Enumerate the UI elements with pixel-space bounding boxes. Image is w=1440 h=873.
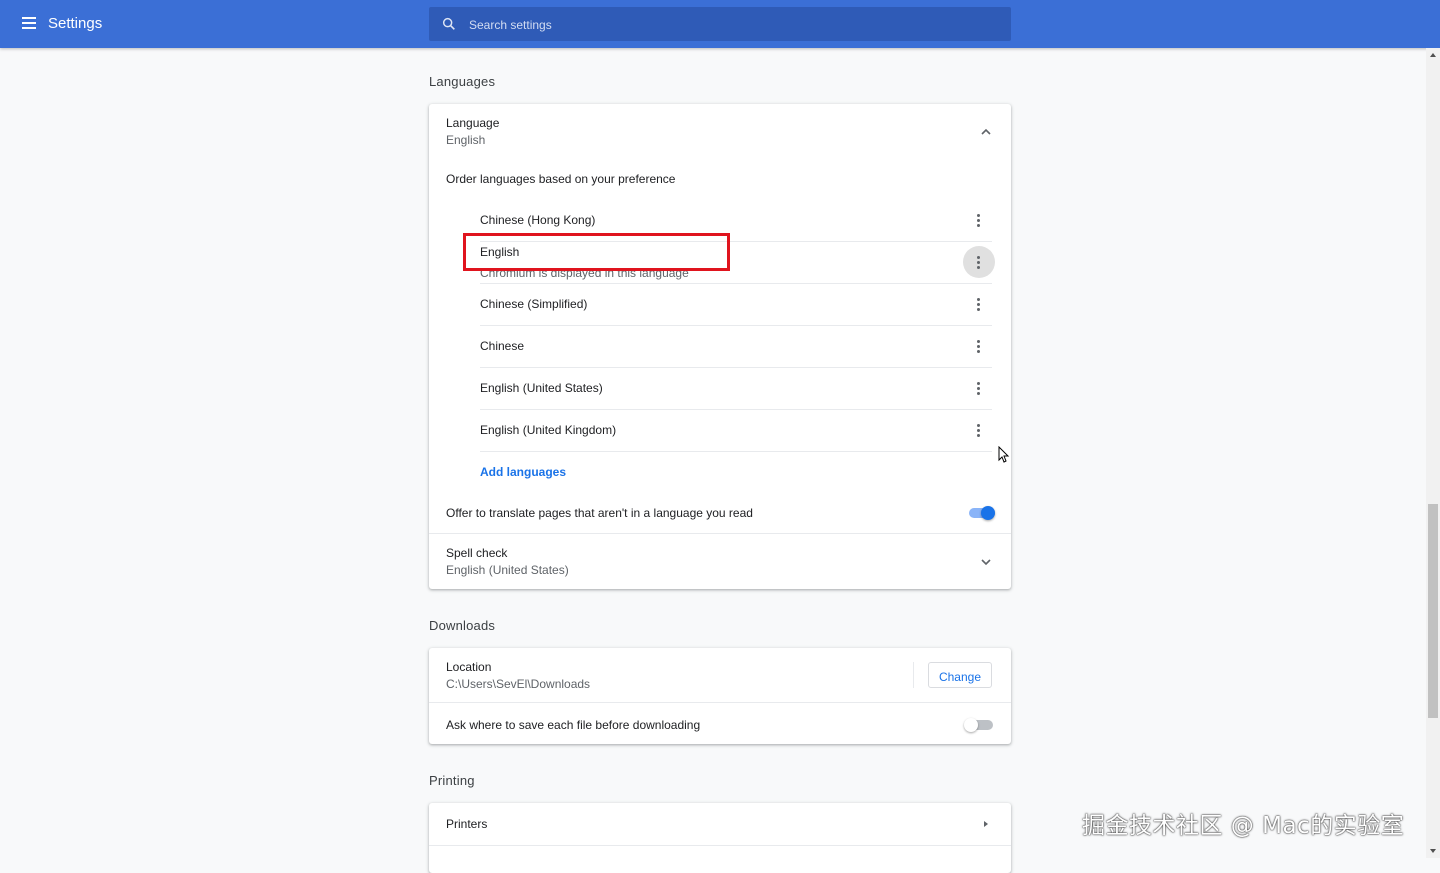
more-actions-icon[interactable] [977, 256, 981, 270]
separator [913, 662, 914, 688]
divider [429, 845, 1011, 846]
language-name: Chinese (Simplified) [480, 297, 588, 311]
ask-save-label: Ask where to save each file before downl… [446, 718, 701, 732]
more-actions-icon[interactable] [977, 298, 981, 312]
toggle-knob [981, 506, 995, 520]
arrow-right-icon [984, 821, 988, 827]
mouse-cursor-icon [998, 446, 1010, 463]
translate-label: Offer to translate pages that aren't in … [446, 506, 753, 520]
language-name: Chinese [480, 339, 525, 353]
app-title: Settings [48, 15, 103, 32]
more-actions-icon[interactable] [977, 382, 981, 396]
highlight-box [463, 233, 730, 271]
chevron-up-icon[interactable] [979, 125, 993, 139]
search-icon [442, 17, 455, 30]
spell-check-label: Spell check [446, 546, 508, 560]
add-languages-link[interactable]: Add languages [480, 465, 566, 479]
divider [480, 283, 992, 284]
divider [429, 702, 1011, 703]
watermark: 掘金技术社区 @ Mac的实验室 [1082, 813, 1405, 839]
downloads-card: Location C:\Users\SevEl\Downloads Change… [429, 648, 1011, 744]
change-location-button[interactable]: Change [928, 662, 992, 688]
scroll-up-arrow-icon[interactable] [1429, 52, 1437, 58]
scrollbar[interactable] [1426, 48, 1440, 858]
scrollbar-thumb[interactable] [1428, 504, 1438, 718]
languages-section-title: Languages [429, 74, 496, 89]
divider [480, 451, 992, 452]
search-box[interactable] [429, 7, 1011, 43]
divider [429, 533, 1011, 534]
printing-section-title: Printing [429, 773, 475, 788]
divider [480, 409, 992, 410]
language-name: English (United Kingdom) [480, 423, 617, 437]
language-label: Language [446, 116, 500, 130]
printers-label: Printers [446, 817, 488, 831]
location-value: C:\Users\SevEl\Downloads [446, 677, 591, 691]
toggle-knob [964, 718, 978, 732]
downloads-section-title: Downloads [429, 618, 496, 633]
chevron-down-icon[interactable] [979, 555, 993, 569]
divider [480, 367, 992, 368]
more-actions-icon[interactable] [977, 214, 981, 228]
printing-card: Printers [429, 803, 1011, 873]
language-name: English (United States) [480, 381, 603, 395]
spell-check-value: English (United States) [446, 563, 569, 577]
divider [480, 325, 992, 326]
search-input[interactable] [467, 7, 991, 43]
language-value: English [446, 133, 486, 147]
scroll-down-arrow-icon[interactable] [1429, 848, 1437, 854]
more-actions-icon[interactable] [977, 340, 981, 354]
languages-card: Language English Order languages based o… [429, 104, 1011, 589]
app-header: Settings [0, 0, 1440, 48]
more-actions-icon[interactable] [977, 424, 981, 438]
hamburger-menu-icon[interactable] [22, 17, 36, 29]
language-name: Chinese (Hong Kong) [480, 213, 596, 227]
location-label: Location [446, 660, 492, 674]
order-languages-label: Order languages based on your preference [446, 172, 676, 186]
